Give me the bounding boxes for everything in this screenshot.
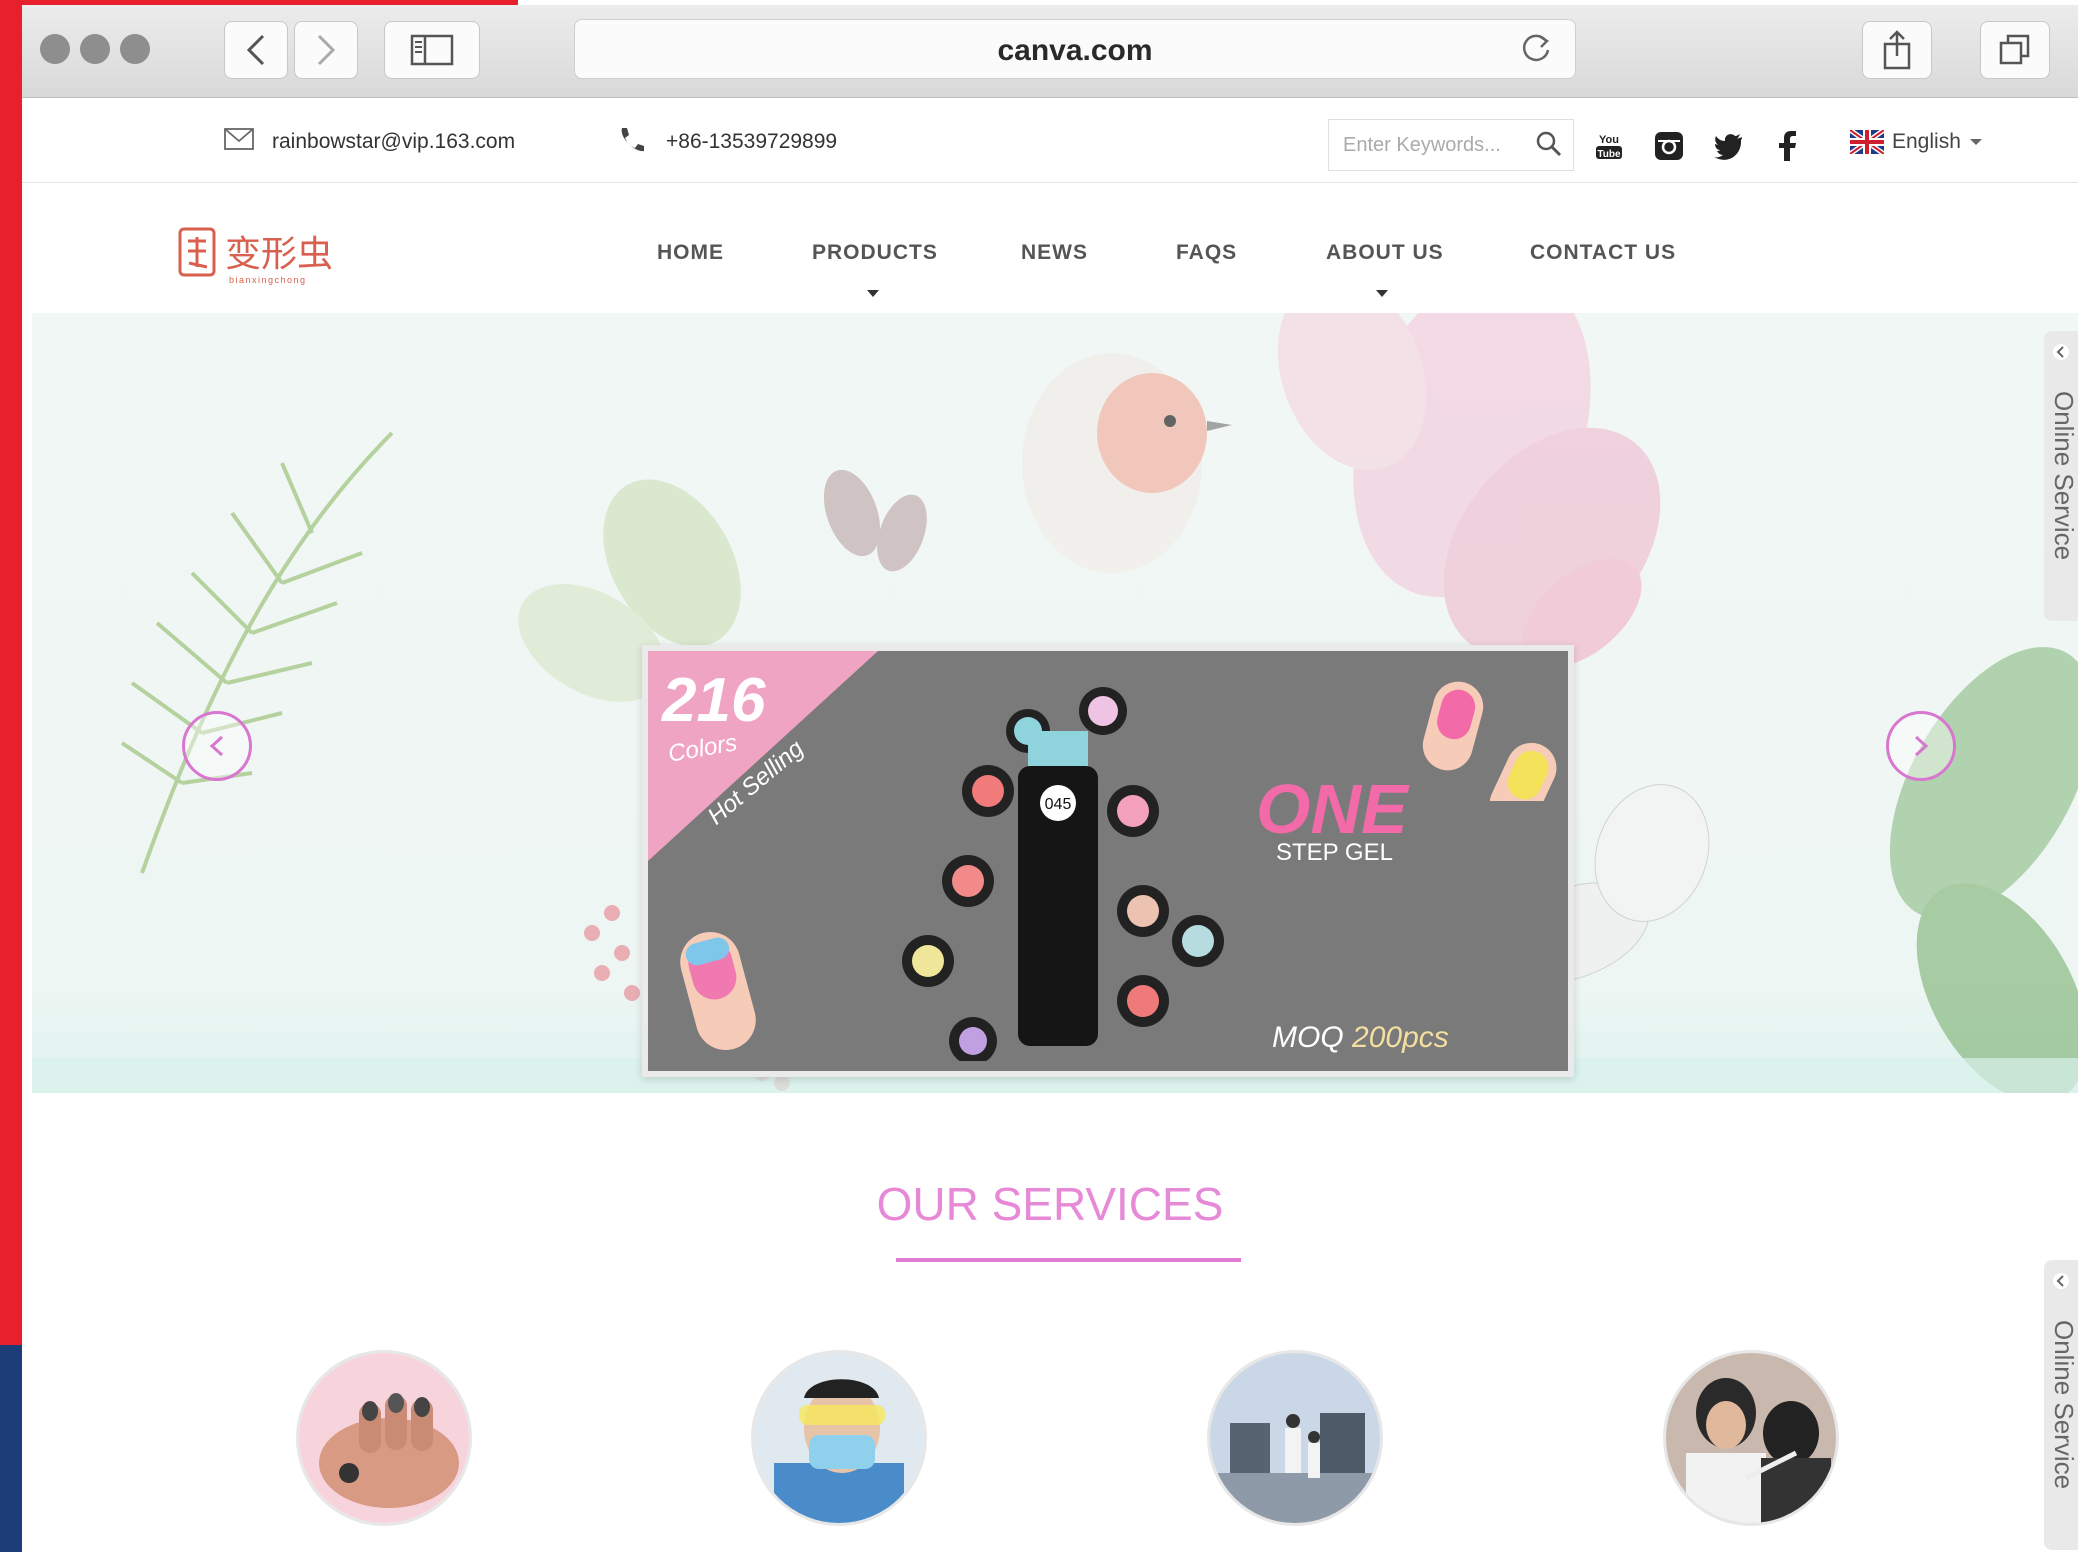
svg-text:Tube: Tube xyxy=(1597,149,1621,160)
back-button[interactable] xyxy=(224,21,288,79)
tabs-icon xyxy=(1999,34,2030,65)
slider-prev-button[interactable] xyxy=(182,711,252,781)
chevron-right-icon xyxy=(317,34,336,66)
service-image-nail-design[interactable] xyxy=(296,1350,472,1526)
background-red-edge xyxy=(0,0,22,1345)
chevron-left-icon xyxy=(2053,344,2069,360)
browser-toolbar: canva.com xyxy=(22,5,2078,98)
about-dropdown-icon[interactable] xyxy=(1376,290,1388,297)
logo-mark-icon: 变形虫 bianxingchong xyxy=(178,227,333,285)
mail-icon xyxy=(224,128,254,150)
nav-products[interactable]: PRODUCTS xyxy=(812,241,938,265)
services-title: OUR SERVICES xyxy=(876,1178,1224,1230)
chevron-right-icon xyxy=(1914,735,1929,757)
service-image-training[interactable] xyxy=(1663,1350,1839,1526)
background-blue-edge xyxy=(0,1345,22,1552)
online-service-tab-secondary[interactable]: Online Service xyxy=(2044,1260,2078,1550)
services-title-underline xyxy=(896,1258,1241,1262)
phone-icon xyxy=(621,128,644,152)
share-icon xyxy=(1883,30,1911,70)
sidebar-icon xyxy=(410,34,454,66)
lab-technician-image xyxy=(754,1353,924,1523)
main-navigation: 变形虫 bianxingchong HOME PRODUCTS NEWS FAQ… xyxy=(22,183,2078,313)
chevron-left-icon xyxy=(2053,1273,2069,1289)
browser-window: canva.com rainbowstar@vip.163.com +86-13… xyxy=(22,5,2078,1552)
nail-art-image-left xyxy=(680,932,756,1050)
banner-headline: ONE xyxy=(1256,770,1408,848)
contact-bar: rainbowstar@vip.163.com +86-13539729899 … xyxy=(22,98,2078,183)
products-dropdown-icon[interactable] xyxy=(867,290,879,297)
share-button[interactable] xyxy=(1862,21,1932,79)
banner-subheadline: STEP GEL xyxy=(1276,839,1393,866)
instagram-icon[interactable] xyxy=(1654,131,1684,161)
online-service-label: Online Service xyxy=(2049,391,2078,561)
badge-number: 216 xyxy=(662,666,766,735)
moq-value: 200pcs xyxy=(1352,1021,1449,1054)
nav-news[interactable]: NEWS xyxy=(1021,241,1088,265)
chevron-left-icon xyxy=(209,735,224,757)
svg-text:You: You xyxy=(1599,134,1619,146)
contact-email[interactable]: rainbowstar@vip.163.com xyxy=(272,130,515,154)
uk-flag-icon xyxy=(1850,130,1884,154)
nail-design-image xyxy=(299,1353,469,1523)
hero-slider: 216 Colors Hot Selling 045 ONE STEP GEL … xyxy=(32,313,2078,1093)
facebook-icon[interactable] xyxy=(1776,131,1798,161)
twitter-icon[interactable] xyxy=(1714,131,1744,161)
site-logo[interactable]: 变形虫 bianxingchong xyxy=(177,223,367,294)
chevron-down-icon xyxy=(1969,139,1982,145)
sidebar-toggle-button[interactable] xyxy=(384,21,480,79)
training-image xyxy=(1666,1353,1836,1523)
url-text: canva.com xyxy=(997,34,1153,67)
keyword-search[interactable]: Enter Keywords... xyxy=(1328,119,1574,171)
search-input[interactable]: Enter Keywords... xyxy=(1343,134,1501,157)
logo-text: 变形虫 xyxy=(225,234,333,275)
nav-home[interactable]: HOME xyxy=(657,241,724,265)
online-service-label-secondary: Online Service xyxy=(2049,1320,2078,1490)
nav-about-us[interactable]: ABOUT US xyxy=(1326,241,1444,265)
window-minimize-button[interactable] xyxy=(80,34,110,64)
window-close-button[interactable] xyxy=(40,34,70,64)
moq-label: MOQ xyxy=(1272,1021,1344,1054)
window-zoom-button[interactable] xyxy=(120,34,150,64)
search-icon[interactable] xyxy=(1535,130,1563,158)
service-image-production[interactable] xyxy=(1207,1350,1383,1526)
gel-bottles-image: 045 xyxy=(902,687,1224,1061)
bottle-number: 045 xyxy=(1045,796,1072,813)
reload-icon[interactable] xyxy=(1519,32,1553,66)
service-image-quality-lab[interactable] xyxy=(751,1350,927,1526)
forward-button[interactable] xyxy=(294,21,358,79)
address-bar[interactable]: canva.com xyxy=(574,19,1576,79)
product-banner[interactable]: 216 Colors Hot Selling 045 ONE STEP GEL … xyxy=(642,645,1574,1077)
tabs-button[interactable] xyxy=(1980,21,2050,79)
logo-subtext: bianxingchong xyxy=(229,275,307,285)
chevron-left-icon xyxy=(246,34,265,66)
nail-art-image xyxy=(1422,681,1557,801)
nav-contact-us[interactable]: CONTACT US xyxy=(1530,241,1676,265)
language-label: English xyxy=(1892,130,1961,153)
online-service-tab[interactable]: Online Service xyxy=(2044,331,2078,621)
nav-faqs[interactable]: FAQS xyxy=(1176,241,1237,265)
contact-phone[interactable]: +86-13539729899 xyxy=(666,130,837,154)
youtube-icon[interactable]: You Tube xyxy=(1594,131,1624,161)
language-selector[interactable]: English xyxy=(1850,130,1983,154)
slider-next-button[interactable] xyxy=(1886,711,1956,781)
factory-image xyxy=(1210,1353,1380,1523)
banner-moq: MOQ 200pcs xyxy=(1272,1021,1449,1055)
